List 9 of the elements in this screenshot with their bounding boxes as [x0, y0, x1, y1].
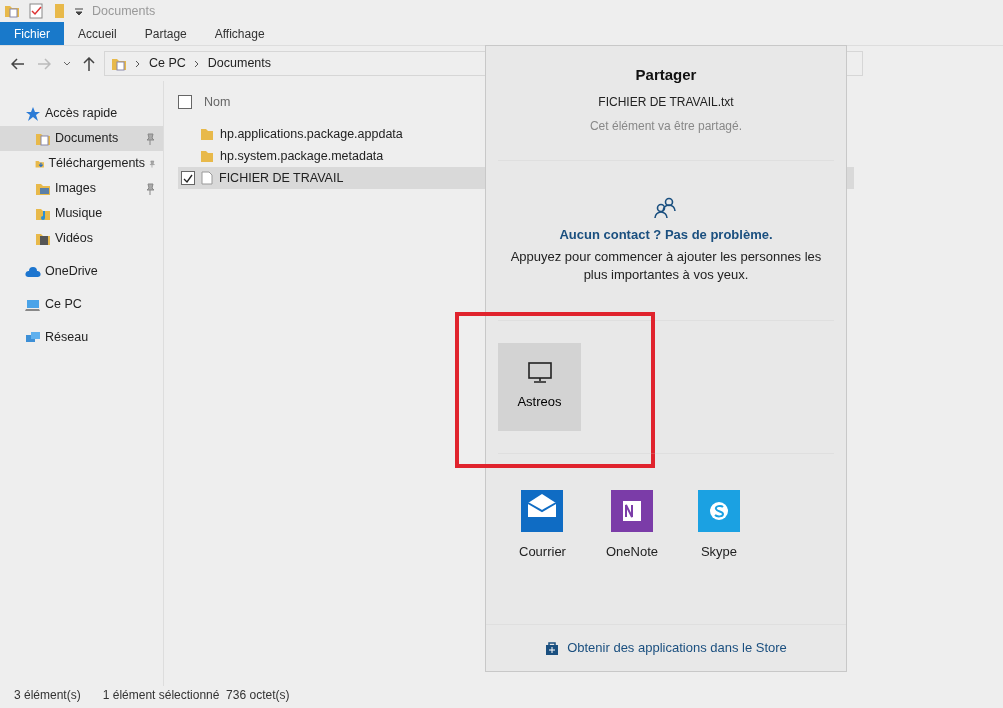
- window-title: Documents: [92, 2, 156, 20]
- file-name: hp.applications.package.appdata: [220, 125, 403, 143]
- share-subtitle: Cet élément va être partagé.: [589, 117, 743, 135]
- file-name: hp.system.package.metadata: [220, 147, 384, 165]
- contacts-text: Appuyez pour commencer à ajouter les personnes les plus importantes à vos yeux.: [509, 248, 823, 284]
- item-count: 3 élément(s): [14, 687, 81, 704]
- file-name: FICHIER DE TRAVAIL: [219, 169, 344, 187]
- selection-info: 1 élément sélectionné 736 octet(s): [102, 687, 290, 704]
- shared-file-name: FICHIER DE TRAVAIL.txt: [598, 93, 734, 111]
